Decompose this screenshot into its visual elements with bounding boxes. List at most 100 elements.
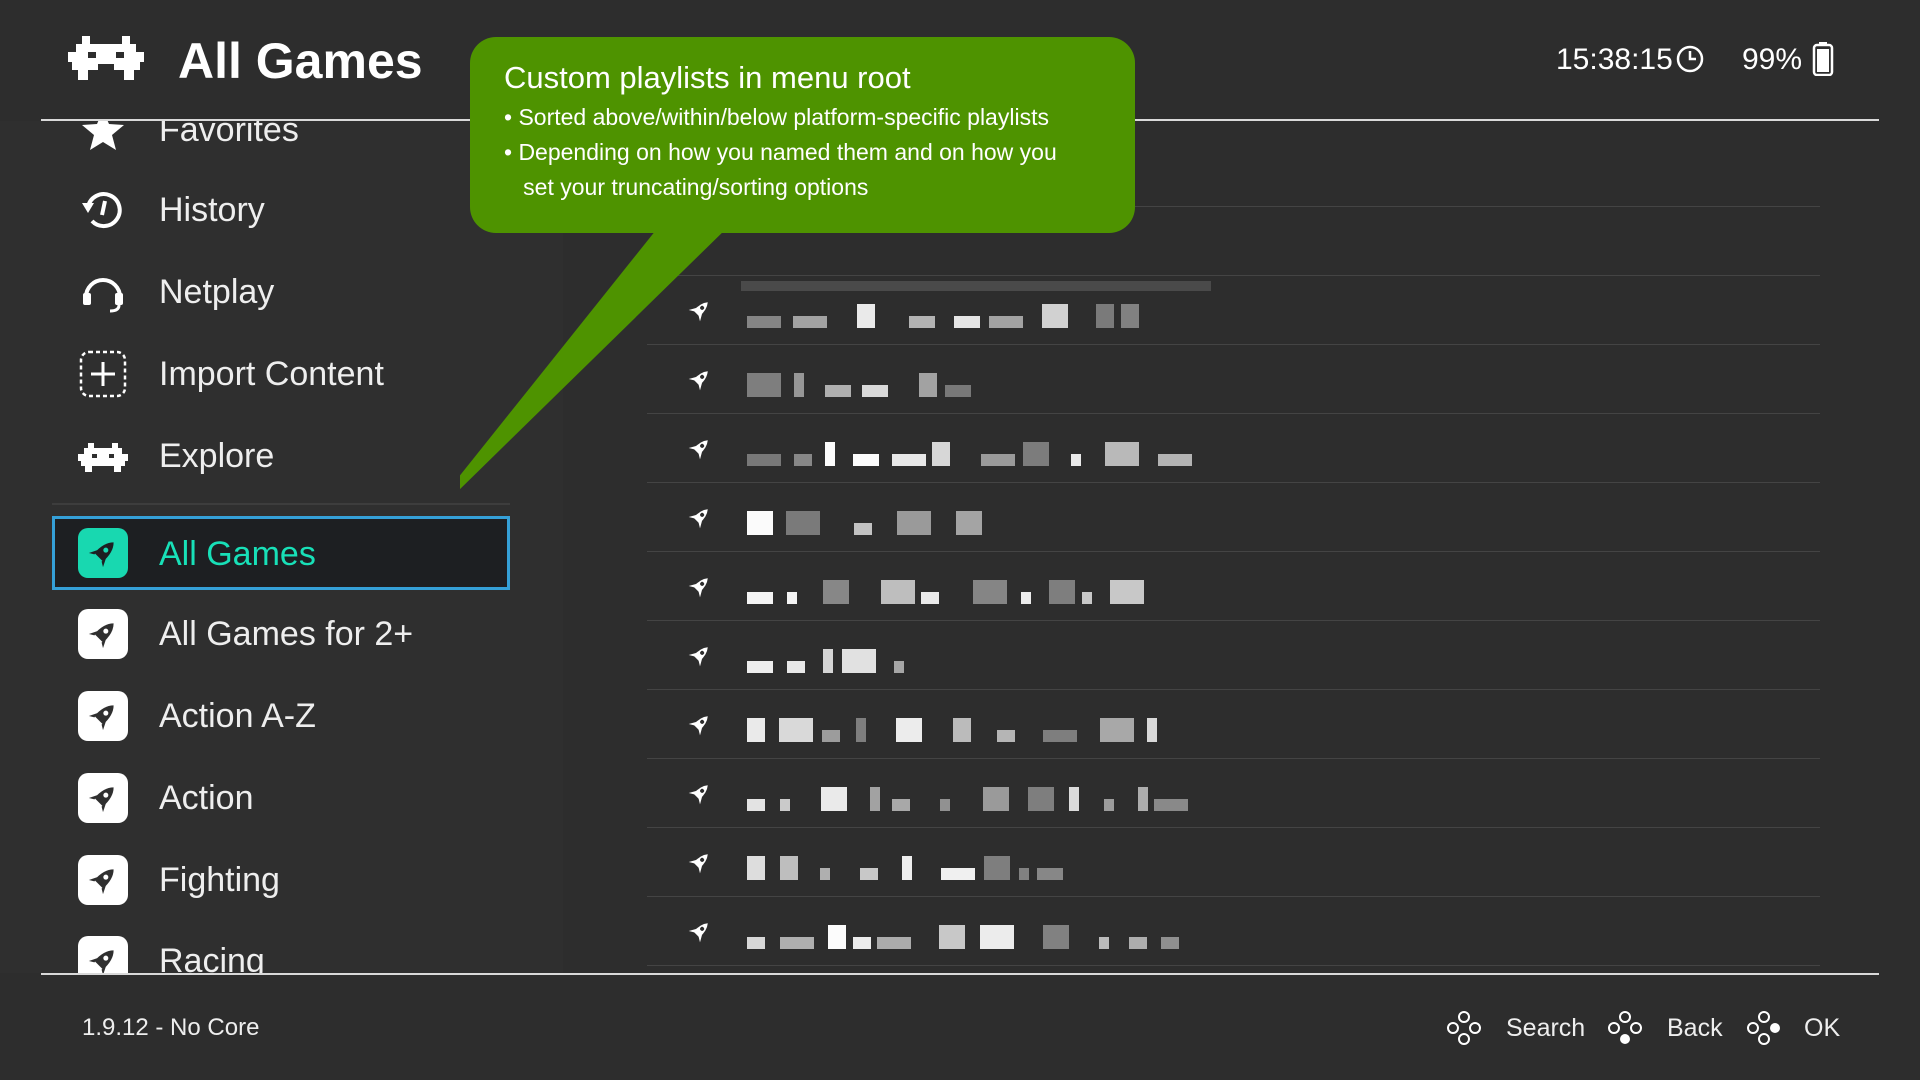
version-text: 1.9.12 - No Core bbox=[82, 1014, 260, 1041]
game-title-obscured bbox=[747, 580, 1187, 604]
game-title-obscured bbox=[747, 718, 1187, 742]
rocket-icon bbox=[688, 854, 708, 874]
sidebar-item-import-content[interactable]: Import Content bbox=[52, 337, 512, 411]
pixel-block bbox=[856, 718, 866, 742]
list-item[interactable] bbox=[647, 552, 1820, 621]
list-item[interactable] bbox=[647, 897, 1820, 966]
pixel-block bbox=[902, 856, 912, 880]
pixel-block bbox=[1104, 799, 1114, 811]
sidebar-item-explore[interactable]: Explore bbox=[52, 419, 512, 493]
pixel-block bbox=[973, 580, 1007, 604]
sidebar-item-label: Fighting bbox=[159, 861, 280, 899]
sidebar-item-favorites[interactable]: Favorites bbox=[52, 121, 512, 167]
pixel-block bbox=[860, 868, 878, 880]
pixel-block bbox=[780, 856, 798, 880]
pixel-block bbox=[747, 799, 765, 811]
sidebar-item-netplay[interactable]: Netplay bbox=[52, 255, 512, 329]
rocket-icon bbox=[688, 716, 708, 736]
pixel-block bbox=[1028, 787, 1054, 811]
pixel-block bbox=[823, 580, 849, 604]
page-title: All Games bbox=[178, 33, 423, 89]
gamepad-button-icon bbox=[1747, 1011, 1780, 1045]
pixel-block bbox=[787, 592, 797, 604]
pixel-block bbox=[1110, 580, 1144, 604]
sidebar-item-label: All Games for 2+ bbox=[159, 615, 414, 653]
sidebar-item-action[interactable]: Action bbox=[52, 761, 512, 835]
pixel-block bbox=[896, 718, 922, 742]
callout-title: Custom playlists in menu root bbox=[504, 60, 911, 95]
ok-button[interactable]: OK bbox=[1804, 1012, 1840, 1044]
sidebar-item-fighting[interactable]: Fighting bbox=[52, 843, 512, 917]
pixel-block bbox=[747, 856, 765, 880]
sidebar-item-action-a-z[interactable]: Action A-Z bbox=[52, 679, 512, 753]
sidebar-item-all-games-2plus[interactable]: All Games for 2+ bbox=[52, 597, 512, 671]
sidebar-divider bbox=[52, 503, 510, 505]
pixel-block bbox=[1021, 592, 1031, 604]
pixel-block bbox=[1147, 718, 1157, 742]
pixel-block bbox=[984, 856, 1010, 880]
callout-bullet: • Sorted above/within/below platform-spe… bbox=[504, 104, 1049, 130]
pixel-block bbox=[941, 868, 975, 880]
rocket-icon bbox=[688, 923, 708, 943]
pixel-block bbox=[1158, 454, 1192, 466]
sidebar-item-label: Netplay bbox=[159, 273, 275, 311]
rocket-icon bbox=[688, 647, 708, 667]
footer-divider bbox=[41, 973, 1879, 975]
list-item[interactable] bbox=[647, 828, 1820, 897]
sidebar-item-label: Action A-Z bbox=[159, 697, 316, 735]
back-button[interactable]: Back bbox=[1667, 1012, 1723, 1044]
pixel-block bbox=[823, 649, 833, 673]
game-title-obscured bbox=[747, 925, 1187, 949]
pixel-block bbox=[780, 937, 814, 949]
clock-text: 15:38:15 bbox=[1556, 43, 1673, 76]
pixel-block bbox=[1043, 925, 1069, 949]
pixel-block bbox=[1049, 580, 1075, 604]
pixel-block bbox=[983, 787, 1009, 811]
list-item[interactable] bbox=[647, 621, 1820, 690]
pixel-block bbox=[980, 925, 1014, 949]
pixel-block bbox=[747, 661, 773, 673]
callout-bullet: • Depending on how you named them and on… bbox=[504, 139, 1057, 165]
pixel-block bbox=[828, 925, 846, 949]
pixel-block bbox=[1138, 787, 1148, 811]
pixel-block bbox=[953, 718, 971, 742]
pixel-block bbox=[1129, 937, 1147, 949]
sidebar-item-racing[interactable]: Racing bbox=[52, 924, 512, 973]
row-divider bbox=[647, 965, 1820, 966]
list-item[interactable] bbox=[647, 759, 1820, 828]
rocket-icon bbox=[688, 578, 708, 598]
pixel-block bbox=[1043, 730, 1077, 742]
pixel-block bbox=[853, 937, 871, 949]
rocket-playlist-icon bbox=[78, 855, 128, 905]
pixel-block bbox=[787, 661, 805, 673]
pixel-block bbox=[780, 799, 790, 811]
pixel-block bbox=[1161, 937, 1179, 949]
pixel-block bbox=[939, 925, 965, 949]
pixel-block bbox=[870, 787, 880, 811]
sidebar-item-history[interactable]: History bbox=[52, 173, 512, 247]
pixel-block bbox=[1154, 799, 1188, 811]
rocket-playlist-icon bbox=[78, 609, 128, 659]
sidebar-item-label: Import Content bbox=[159, 355, 384, 393]
retroarch-invader-icon bbox=[68, 36, 144, 80]
game-title-obscured bbox=[747, 649, 1187, 673]
pixel-block bbox=[1099, 937, 1109, 949]
explore-invader-icon bbox=[78, 443, 128, 472]
search-button[interactable]: Search bbox=[1506, 1012, 1585, 1044]
pixel-block bbox=[1069, 787, 1079, 811]
pixel-block bbox=[747, 937, 765, 949]
clock-icon bbox=[1676, 45, 1704, 73]
pixel-block bbox=[747, 718, 765, 742]
rocket-playlist-icon bbox=[78, 936, 128, 973]
rocket-playlist-icon bbox=[78, 773, 128, 823]
sidebar-item-label: History bbox=[159, 191, 265, 229]
pixel-block bbox=[821, 787, 847, 811]
sidebar-item-all-games[interactable]: All Games bbox=[52, 516, 510, 590]
history-icon bbox=[82, 192, 122, 229]
pixel-block bbox=[892, 799, 910, 811]
sidebar-item-label: Favorites bbox=[159, 121, 299, 149]
rocket-icon bbox=[688, 785, 708, 805]
pixel-block bbox=[779, 718, 813, 742]
sidebar-item-label: Racing bbox=[159, 942, 265, 973]
list-item[interactable] bbox=[647, 690, 1820, 759]
